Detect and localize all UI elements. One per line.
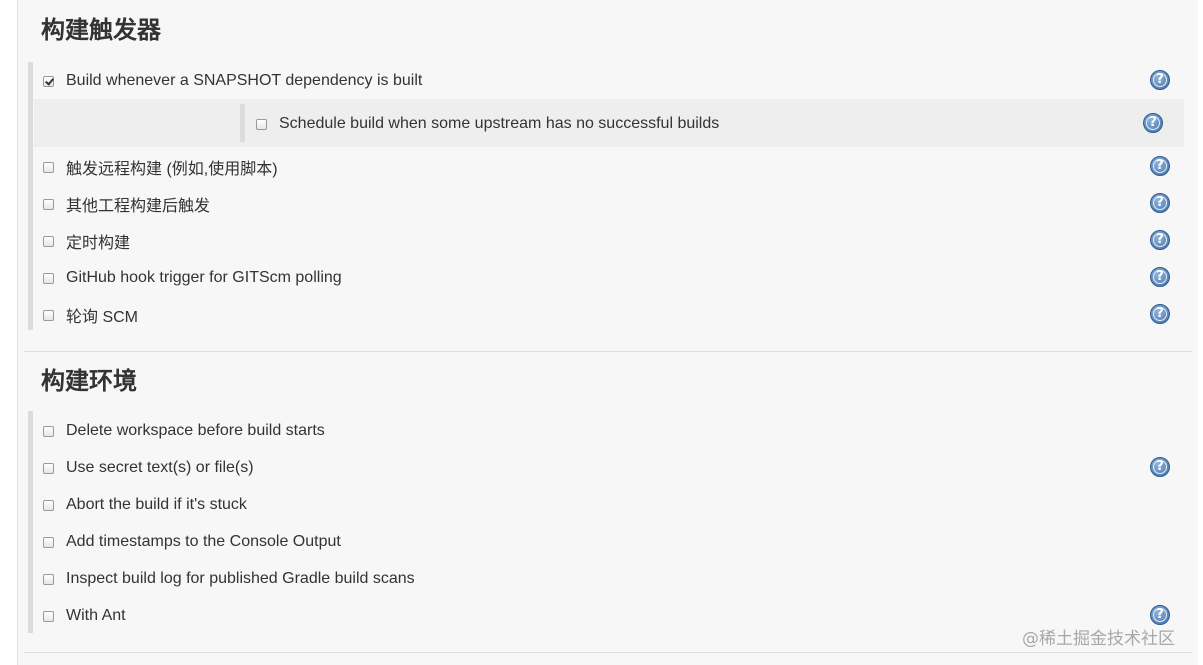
help-icon[interactable]: ? (1150, 70, 1170, 90)
option-label: Inspect build log for published Gradle b… (66, 570, 415, 587)
option-label: Abort the build if it's stuck (66, 496, 247, 513)
help-icon[interactable]: ? (1150, 605, 1170, 625)
option-gradle-build-scans[interactable]: Inspect build log for published Gradle b… (43, 567, 415, 591)
help-icon[interactable]: ? (1150, 457, 1170, 477)
group-bar (28, 411, 33, 633)
option-snapshot-dependency[interactable]: Build whenever a SNAPSHOT dependency is … (43, 69, 422, 93)
option-label: Add timestamps to the Console Output (66, 533, 341, 550)
section-divider (24, 652, 1192, 653)
checkbox-secret-text[interactable] (43, 462, 54, 474)
section-divider (24, 351, 1192, 352)
option-abort-stuck[interactable]: Abort the build if it's stuck (43, 493, 247, 517)
option-label: 其他工程构建后触发 (66, 198, 211, 215)
option-label: With Ant (66, 607, 126, 624)
help-icon[interactable]: ? (1150, 267, 1170, 287)
option-label: Build whenever a SNAPSHOT dependency is … (66, 72, 423, 89)
checkbox-schedule-upstream[interactable] (256, 118, 267, 130)
option-label: GitHub hook trigger for GITScm polling (66, 269, 342, 286)
option-github-hook[interactable]: GitHub hook trigger for GITScm polling (43, 266, 342, 290)
option-after-other-projects[interactable]: 其他工程构建后触发 (43, 192, 210, 216)
option-label: 轮询 SCM (66, 309, 139, 326)
checkbox-with-ant[interactable] (43, 610, 54, 622)
option-label: Schedule build when some upstream has no… (279, 115, 720, 132)
help-icon[interactable]: ? (1143, 113, 1163, 133)
group-bar (28, 62, 33, 330)
checkbox-gradle-build-scans[interactable] (43, 573, 54, 585)
checkbox-snapshot-dependency[interactable] (43, 75, 54, 87)
option-timestamps[interactable]: Add timestamps to the Console Output (43, 530, 341, 554)
option-label: 定时构建 (66, 235, 131, 252)
checkbox-periodic-build[interactable] (43, 235, 54, 247)
checkbox-timestamps[interactable] (43, 536, 54, 548)
option-poll-scm[interactable]: 轮询 SCM (43, 303, 138, 327)
checkbox-abort-stuck[interactable] (43, 499, 54, 511)
checkbox-delete-workspace[interactable] (43, 425, 54, 437)
option-label: 触发远程构建 (例如,使用脚本) (66, 161, 278, 178)
watermark: @稀土掘金技术社区 (1022, 629, 1175, 649)
option-with-ant[interactable]: With Ant (43, 604, 126, 628)
option-remote-trigger[interactable]: 触发远程构建 (例如,使用脚本) (43, 155, 278, 179)
section-title-build-environment: 构建环境 (41, 367, 137, 395)
checkbox-after-other-projects[interactable] (43, 198, 54, 210)
option-schedule-upstream[interactable]: Schedule build when some upstream has no… (256, 112, 719, 136)
checkbox-github-hook[interactable] (43, 272, 54, 284)
section-title-build-triggers: 构建触发器 (41, 16, 161, 44)
sub-group-bar (240, 104, 245, 142)
option-label: Use secret text(s) or file(s) (66, 459, 254, 476)
option-delete-workspace[interactable]: Delete workspace before build starts (43, 419, 325, 443)
checkbox-remote-trigger[interactable] (43, 161, 54, 173)
option-secret-text[interactable]: Use secret text(s) or file(s) (43, 456, 254, 480)
option-label: Delete workspace before build starts (66, 422, 325, 439)
option-periodic-build[interactable]: 定时构建 (43, 229, 130, 253)
help-icon[interactable]: ? (1150, 156, 1170, 176)
help-icon[interactable]: ? (1150, 304, 1170, 324)
help-icon[interactable]: ? (1150, 193, 1170, 213)
help-icon[interactable]: ? (1150, 230, 1170, 250)
checkbox-poll-scm[interactable] (43, 309, 54, 321)
